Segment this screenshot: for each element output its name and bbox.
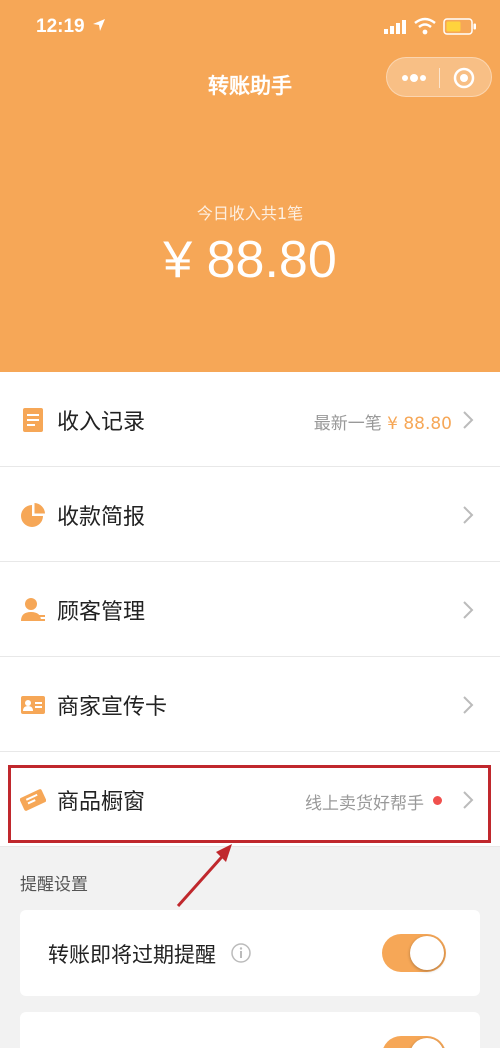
menu-item-merchant-card[interactable]: 商家宣传卡 [0,657,500,752]
menu-item-label: 收入记录 [57,410,146,435]
chevron-right-icon [463,696,474,714]
document-icon [23,408,43,432]
battery-icon [443,18,476,35]
chevron-right-icon [463,411,474,429]
reminder-toggle-2[interactable] [382,1036,446,1048]
toggle-knob [410,1038,444,1048]
status-bar: 12:19 [0,0,500,54]
latest-record-info: 最新一笔 ¥ 88.80 [314,409,452,434]
info-icon[interactable] [231,943,251,963]
close-mini-program-icon[interactable] [453,67,475,89]
latest-record-label: 最新一笔 [313,414,382,434]
income-amount: ¥ 88.80 [163,231,337,289]
income-label: 今日收入共1笔 [196,204,304,223]
header: 12:19 转账助手 今日收入共1笔 ¥ 88.80 [0,0,500,372]
wifi-icon [414,17,436,35]
expiry-reminder-label: 转账即将过期提醒 [48,943,216,967]
menu-item-income-records[interactable]: 收入记录 最新一笔 ¥ 88.80 [0,372,500,467]
pie-chart-icon [21,503,45,527]
reminder-card-2 [20,1012,480,1048]
mini-program-capsule [386,57,492,97]
more-icon[interactable] [401,70,427,86]
annotation-arrow-icon [176,844,232,907]
capsule-divider [439,68,440,88]
menu-item-label: 收款简报 [57,505,146,530]
chevron-right-icon [463,506,474,524]
highlight-box [8,765,491,843]
customer-icon [21,598,45,621]
menu-item-customer-management[interactable]: 顾客管理 [0,562,500,657]
expiry-reminder-toggle[interactable] [382,934,446,972]
menu-item-payment-report[interactable]: 收款简报 [0,467,500,562]
toggle-knob [410,936,444,970]
signal-icon [384,20,406,34]
reminder-card: 转账即将过期提醒 [20,910,480,996]
latest-record-amount: ¥ 88.80 [387,414,452,434]
reminder-section-title: 提醒设置 [20,875,88,895]
chevron-right-icon [463,601,474,619]
id-card-icon [21,696,45,714]
location-arrow-icon [93,19,105,31]
menu-item-label: 顾客管理 [57,600,146,625]
status-time: 12:19 [36,16,85,37]
menu-item-label: 商家宣传卡 [57,695,168,720]
